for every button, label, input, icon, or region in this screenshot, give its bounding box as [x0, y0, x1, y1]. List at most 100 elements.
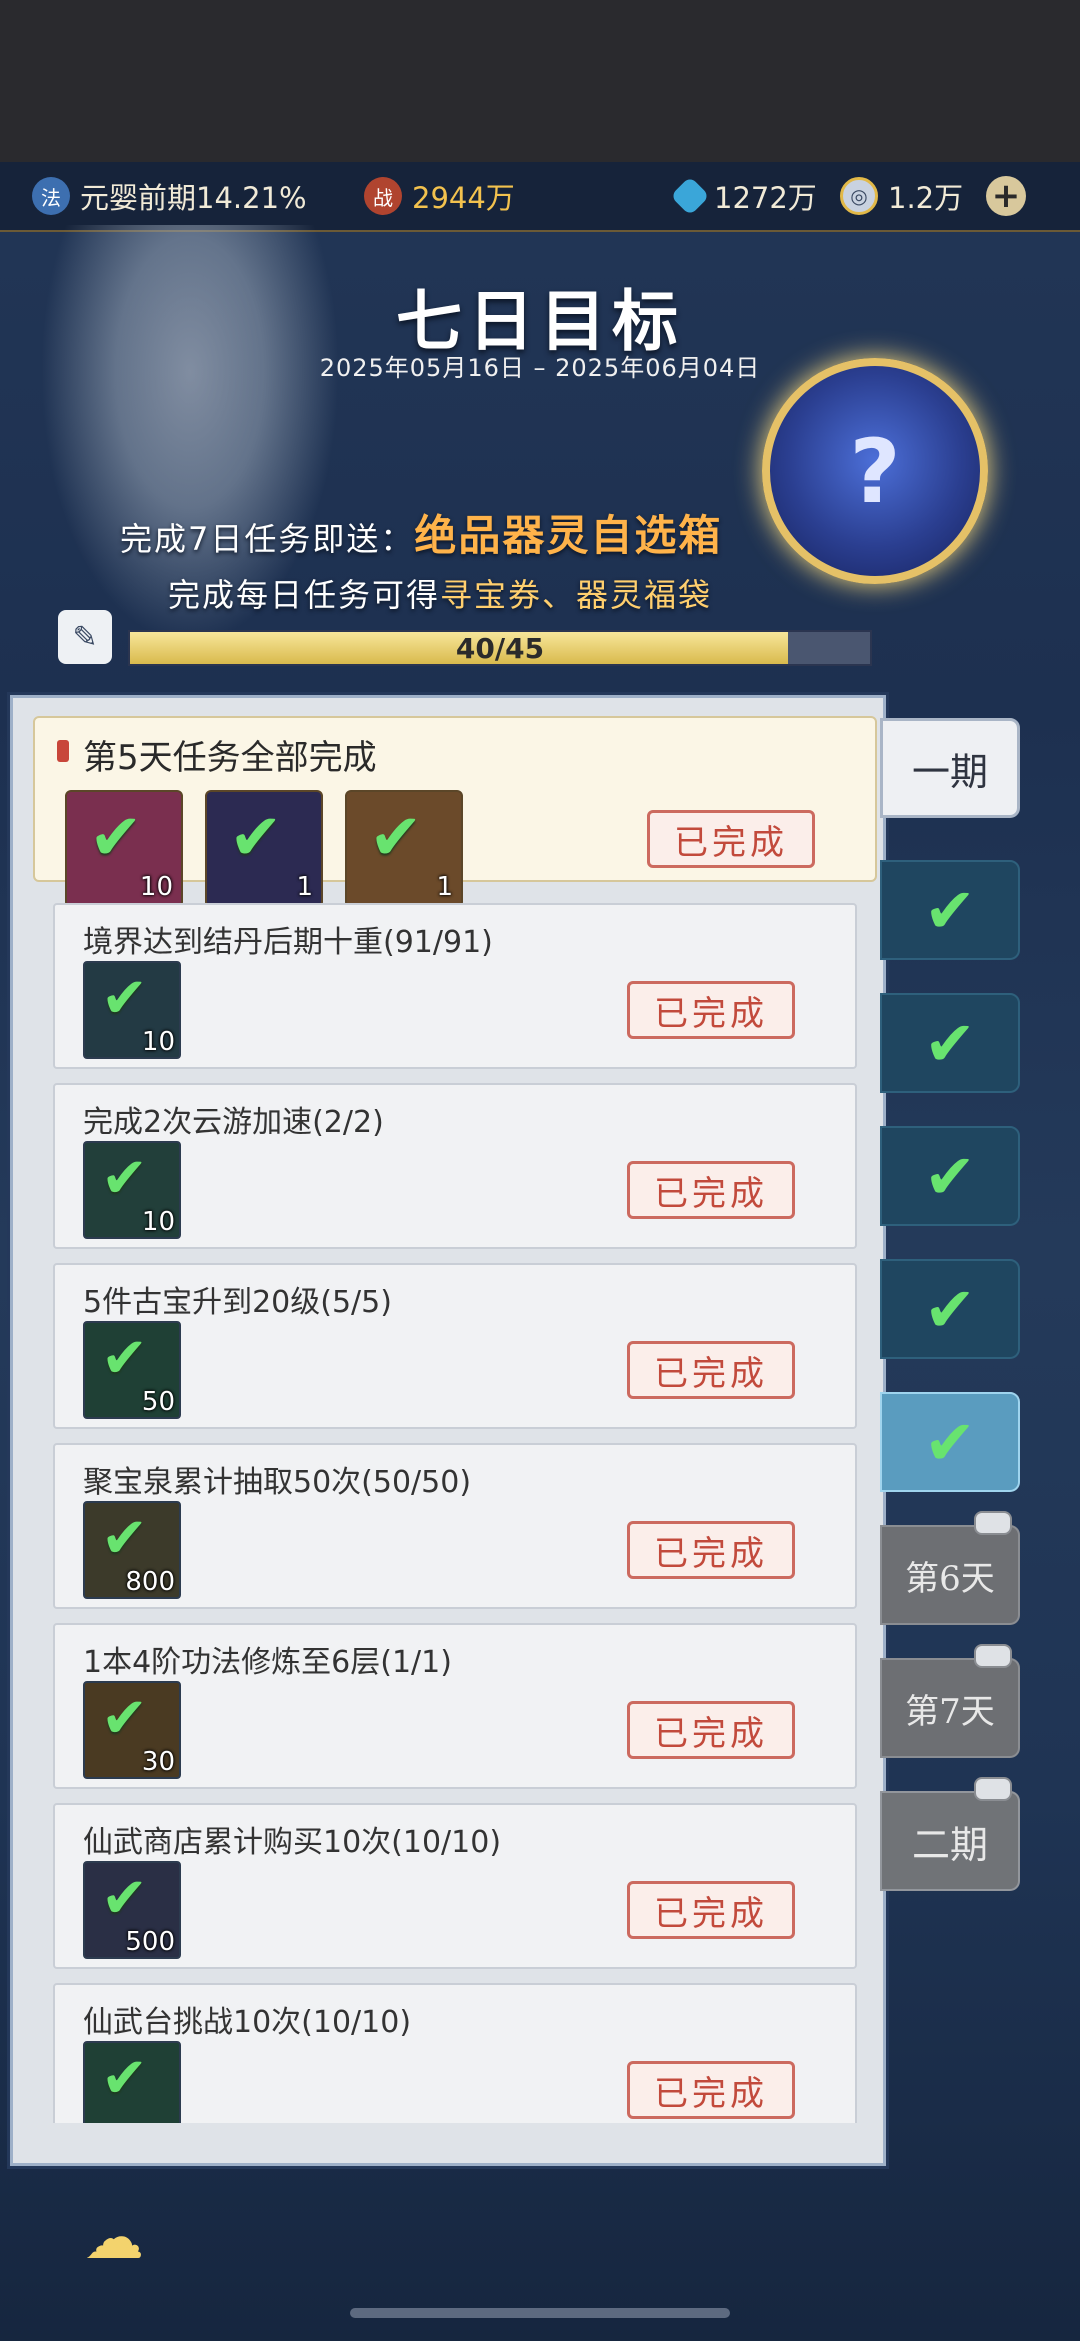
reward-count: 1	[296, 872, 313, 902]
task-item: 1本4阶功法修炼至6层(1/1) ✔ 30 已完成	[53, 1623, 857, 1789]
power-icon: 战	[364, 177, 402, 215]
task-reward-icon[interactable]: ✔	[83, 2041, 181, 2123]
tab-period-2[interactable]: 二期	[880, 1777, 1020, 1891]
overall-progress-bar: 40/45	[128, 630, 872, 666]
task-list[interactable]: 境界达到结丹后期十重(91/91) ✔ 10 已完成 完成2次云游加速(2/2)…	[33, 903, 873, 2123]
task-completed-button[interactable]: 已完成	[627, 1701, 795, 1759]
tab-day-4[interactable]: ✔	[880, 1259, 1020, 1359]
day-summary-title: 第5天任务全部完成	[83, 738, 377, 778]
tab-day-7[interactable]: 第7天	[880, 1644, 1020, 1758]
realm-text: 元婴前期14.21%	[80, 181, 307, 215]
question-mark-icon: ?	[849, 419, 901, 523]
scroll-icon[interactable]: ✎	[58, 610, 112, 664]
task-title: 1本4阶功法修炼至6层(1/1)	[83, 1645, 452, 1680]
task-reward-count: 10	[141, 1027, 175, 1057]
task-item: 完成2次云游加速(2/2) ✔ 10 已完成	[53, 1083, 857, 1249]
reward-voucher-icon[interactable]: ✔ 10	[65, 790, 183, 908]
realm-resource[interactable]: 法 元婴前期14.21%	[32, 162, 307, 230]
check-icon: ✔	[101, 2046, 148, 2111]
reward-count: 1	[436, 872, 453, 902]
task-item: 5件古宝升到20级(5/5) ✔ 50 已完成	[53, 1263, 857, 1429]
promo-1-highlight: 绝品器灵自选箱	[414, 511, 723, 560]
coin-text: 1.2万	[888, 181, 964, 215]
coin-icon: ◎	[840, 177, 878, 215]
check-icon: ✔	[101, 1866, 148, 1931]
task-reward-count: 10	[141, 1207, 175, 1237]
crystal-text: 1272万	[714, 181, 817, 215]
task-completed-button[interactable]: 已完成	[627, 981, 795, 1039]
summary-completed-button[interactable]: 已完成	[647, 810, 815, 868]
task-title: 聚宝泉累计抽取50次(50/50)	[83, 1465, 472, 1500]
mystery-spirit-reward[interactable]: ?	[762, 358, 988, 584]
home-indicator[interactable]	[350, 2308, 730, 2318]
task-completed-button[interactable]: 已完成	[627, 1341, 795, 1399]
coin-resource[interactable]: ◎ 1.2万	[840, 162, 963, 230]
resource-bar: 法 元婴前期14.21% 战 2944万 1272万 ◎ 1.2万 +	[0, 162, 1080, 232]
promo-1-prefix: 完成7日任务即送：	[120, 520, 415, 558]
task-reward-icon[interactable]: ✔ 10	[83, 1141, 181, 1239]
task-item: 境界达到结丹后期十重(91/91) ✔ 10 已完成	[53, 903, 857, 1069]
tab-period-1[interactable]: 一期	[880, 718, 1020, 818]
check-icon: ✔	[369, 801, 423, 875]
task-reward-icon[interactable]: ✔ 10	[83, 961, 181, 1059]
crystal-resource[interactable]: 1272万	[670, 162, 817, 230]
day-summary-card: 第5天任务全部完成 ✔ 10 ✔ 1 ✔ 1 已完成	[33, 716, 877, 908]
check-icon: ✔	[101, 1506, 148, 1571]
tab-day-5[interactable]: ✔	[880, 1392, 1020, 1492]
task-item: 聚宝泉累计抽取50次(50/50) ✔ 800 已完成	[53, 1443, 857, 1609]
task-reward-icon[interactable]: ✔ 800	[83, 1501, 181, 1599]
reward-spirit-bag-icon[interactable]: ✔ 1	[205, 790, 323, 908]
check-icon: ✔	[924, 1139, 976, 1213]
task-title: 仙武台挑战10次(10/10)	[83, 2005, 412, 2040]
check-icon: ✔	[924, 1272, 976, 1346]
task-panel: 第5天任务全部完成 ✔ 10 ✔ 1 ✔ 1 已完成 境界达到结丹后期十重(91…	[10, 695, 886, 2166]
task-completed-button[interactable]: 已完成	[627, 1161, 795, 1219]
task-reward-count: 800	[125, 1567, 175, 1597]
reward-count: 10	[139, 872, 173, 902]
task-title: 5件古宝升到20级(5/5)	[83, 1285, 392, 1320]
realm-icon: 法	[32, 177, 70, 215]
task-reward-icon[interactable]: ✔ 50	[83, 1321, 181, 1419]
task-reward-icon[interactable]: ✔ 30	[83, 1681, 181, 1779]
tab-day-2[interactable]: ✔	[880, 993, 1020, 1093]
tab-day-6[interactable]: 第6天	[880, 1511, 1020, 1625]
seal-icon	[57, 740, 69, 762]
check-icon: ✔	[89, 801, 143, 875]
task-title: 境界达到结丹后期十重(91/91)	[83, 925, 493, 960]
check-icon: ✔	[101, 1686, 148, 1751]
tab-day-7-label: 第7天	[905, 1691, 995, 1732]
add-currency-button[interactable]: +	[986, 162, 1026, 230]
cloud-menu-button[interactable]: ☁	[54, 2203, 174, 2273]
promo-line-1: 完成7日任务即送：绝品器灵自选箱	[120, 502, 722, 563]
check-icon: ✔	[101, 966, 148, 1031]
task-completed-button[interactable]: 已完成	[627, 1881, 795, 1939]
device-status-bar	[0, 0, 1080, 162]
task-completed-button[interactable]: 已完成	[627, 2061, 795, 2119]
promo-line-2: 完成每日任务可得寻宝券、器灵福袋	[168, 570, 712, 616]
crystal-icon	[670, 176, 710, 216]
check-icon: ✔	[924, 873, 976, 947]
task-reward-count: 30	[141, 1747, 175, 1777]
tab-day-6-label: 第6天	[905, 1558, 995, 1599]
reward-treasure-chest-icon[interactable]: ✔ 1	[345, 790, 463, 908]
check-icon: ✔	[229, 801, 283, 875]
task-reward-count: 50	[141, 1387, 175, 1417]
task-item: 仙武台挑战10次(10/10) ✔ 已完成	[53, 1983, 857, 2123]
power-resource[interactable]: 战 2944万	[364, 162, 515, 230]
promo-2-prefix: 完成每日任务可得	[168, 576, 441, 614]
tab-day-1[interactable]: ✔	[880, 860, 1020, 960]
lock-icon	[974, 1777, 1012, 1801]
lock-icon	[974, 1644, 1012, 1668]
task-title: 仙武商店累计购买10次(10/10)	[83, 1825, 502, 1860]
progress-text: 40/45	[455, 631, 545, 665]
promo-2-highlight: 寻宝券、器灵福袋	[440, 576, 713, 614]
task-item: 仙武商店累计购买10次(10/10) ✔ 500 已完成	[53, 1803, 857, 1969]
task-completed-button[interactable]: 已完成	[627, 1521, 795, 1579]
check-icon: ✔	[924, 1405, 976, 1479]
task-reward-icon[interactable]: ✔ 500	[83, 1861, 181, 1959]
plus-icon: +	[986, 176, 1026, 216]
tab-day-3[interactable]: ✔	[880, 1126, 1020, 1226]
task-title: 完成2次云游加速(2/2)	[83, 1105, 384, 1140]
power-text: 2944万	[412, 181, 515, 215]
check-icon: ✔	[101, 1146, 148, 1211]
